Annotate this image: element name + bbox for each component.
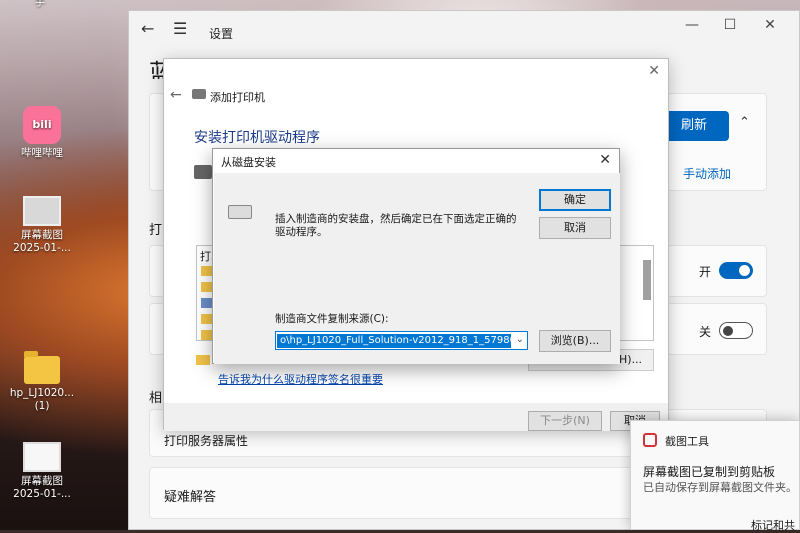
desktop-icon-label: hp_LJ1020... (1) [9, 387, 75, 412]
print-section-label-partial: 打 [149, 223, 163, 238]
wizard-title: 添加打印机 [210, 91, 265, 104]
desktop-icon-hp-folder[interactable]: hp_LJ1020... (1) [6, 351, 78, 413]
snipping-tool-icon [643, 433, 657, 447]
dialog-titlebar: 从磁盘安装 ✕ [213, 149, 619, 173]
toast-body: 已自动保存到屏幕截图文件夹。 [643, 481, 797, 494]
copy-from-value: o\hp_LJ1020_Full_Solution-v2012_918_1_57… [277, 334, 511, 348]
dialog-title: 从磁盘安装 [221, 156, 276, 169]
close-icon[interactable]: ✕ [755, 17, 785, 33]
scrollbar[interactable] [643, 260, 651, 300]
refresh-label: 刷新 [680, 118, 707, 133]
chevron-up-icon[interactable]: ⌃ [739, 115, 750, 130]
browse-button[interactable]: 浏览(B)... [539, 330, 611, 352]
copy-from-combobox[interactable]: o\hp_LJ1020_Full_Solution-v2012_918_1_57… [275, 331, 528, 350]
back-arrow-icon[interactable]: ← [141, 19, 154, 38]
toggle-off[interactable] [719, 322, 753, 339]
desktop-icon-label: 哔哩哔哩 [21, 147, 63, 159]
desktop-icon-bilibili[interactable]: bili 哔哩哔哩 [6, 106, 78, 160]
wizard-heading: 安装打印机驱动程序 [194, 130, 320, 146]
desktop-icon-label: 屏幕截图 2025-01-... [13, 229, 71, 254]
cancel-button[interactable]: 取消 [539, 217, 611, 239]
screenshot-file-icon [23, 442, 61, 472]
chevron-down-icon[interactable]: ⌄ [516, 334, 524, 345]
bilibili-icon: bili [23, 106, 61, 144]
dialog-body: 插入制造商的安装盘，然后确定已在下面选定正确的驱动程序。 确定 取消 制造商文件… [214, 173, 620, 364]
driver-signing-link[interactable]: 告诉我为什么驱动程序签名很重要 [218, 371, 383, 387]
close-icon[interactable]: ✕ [599, 152, 611, 168]
maximize-icon[interactable]: ☐ [715, 17, 745, 33]
desktop-icon-label: 屏幕截图 2025-01-... [13, 475, 71, 500]
shield-icon [196, 355, 210, 365]
printer-icon [192, 89, 206, 99]
desktop-top-fragment-text: 手 [34, 0, 46, 8]
related-section-label-partial: 相 [149, 391, 163, 406]
disk-drive-icon [228, 205, 252, 219]
markup-share-button[interactable]: 标记和共 [751, 517, 795, 533]
settings-title: 设置 [209, 27, 234, 41]
desktop-icon-screenshot-2[interactable]: 屏幕截图 2025-01-... [6, 442, 78, 501]
desktop-icon-screenshot-1[interactable]: 屏幕截图 2025-01-... [6, 196, 78, 255]
manual-add-link[interactable]: 手动添加 [683, 165, 731, 182]
hamburger-icon[interactable]: ☰ [173, 19, 187, 38]
back-arrow-icon[interactable]: ← [170, 87, 182, 103]
folder-icon [24, 351, 60, 384]
toast-title: 屏幕截图已复制到剪贴板 [643, 465, 776, 479]
screenshot-file-icon [23, 196, 61, 226]
dialog-message: 插入制造商的安装盘，然后确定已在下面选定正确的驱动程序。 [275, 213, 517, 238]
settings-titlebar: ← ☰ 设置 — ☐ ✕ [129, 11, 799, 51]
install-from-disk-dialog: 从磁盘安装 ✕ 插入制造商的安装盘，然后确定已在下面选定正确的驱动程序。 确定 … [212, 148, 620, 364]
toggle-on[interactable] [719, 262, 753, 279]
toggle-on-text: 开 [699, 265, 712, 279]
snipping-tool-notification[interactable]: 截图工具 屏幕截图已复制到剪贴板 已自动保存到屏幕截图文件夹。 标记和共 [630, 420, 800, 533]
desktop-top-fragment: 手 [0, 0, 80, 9]
close-icon[interactable]: ✕ [648, 63, 660, 79]
ok-button[interactable]: 确定 [539, 189, 611, 211]
refresh-button[interactable]: 刷新 [659, 111, 729, 141]
toast-app-name: 截图工具 [665, 435, 709, 448]
print-server-label: 打印服务器属性 [164, 434, 249, 448]
toggle-off-text: 关 [699, 325, 712, 339]
have-disk-label: H)... [619, 353, 643, 366]
next-button[interactable]: 下一步(N) [528, 411, 602, 431]
printer-icon [194, 165, 212, 179]
minimize-icon[interactable]: — [677, 17, 707, 33]
troubleshoot-label: 疑难解答 [164, 490, 217, 505]
copy-from-label: 制造商文件复制来源(C): [275, 313, 389, 325]
